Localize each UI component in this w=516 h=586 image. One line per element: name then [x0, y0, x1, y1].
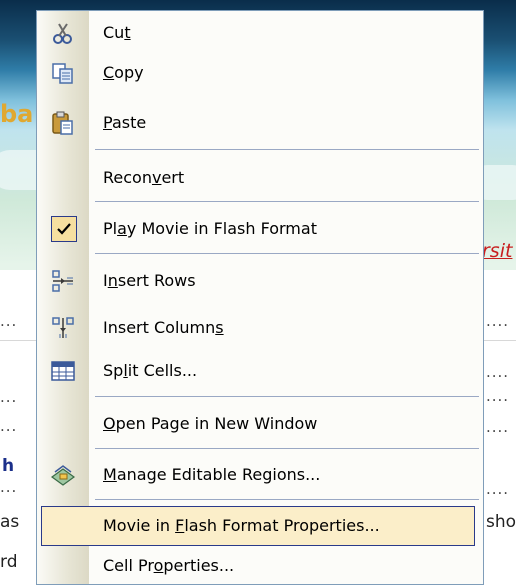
- menu-item-insert-columns[interactable]: Insert Columns: [41, 308, 475, 348]
- checkmark-icon: [51, 216, 77, 242]
- menu-separator: [95, 253, 479, 254]
- dotted-leader-right: ....: [486, 480, 510, 498]
- dotted-leader-right: ....: [486, 363, 510, 381]
- page-text-fragment: h: [2, 456, 15, 476]
- menu-item-label: Manage Editable Regions...: [103, 465, 321, 484]
- dotted-leader-left: ...: [0, 312, 18, 330]
- dotted-leader-right: ....: [486, 418, 510, 436]
- context-menu: Cut Copy Paste Reconvert Play Movie in F…: [36, 10, 484, 585]
- menu-separator: [95, 149, 479, 150]
- menu-item-label: Copy: [103, 63, 144, 82]
- menu-item-split-cells[interactable]: Split Cells...: [41, 351, 475, 391]
- menu-separator: [95, 448, 479, 449]
- page-text-fragment: rd: [0, 552, 18, 572]
- menu-item-label: Cell Properties...: [103, 556, 235, 575]
- page-text-fragment: as: [0, 512, 20, 532]
- divider: [0, 340, 36, 341]
- menu-item-label: Play Movie in Flash Format: [103, 219, 317, 238]
- menu-item-reconvert[interactable]: Reconvert: [41, 158, 475, 198]
- dotted-leader-left: ...: [0, 388, 18, 406]
- menu-separator: [95, 201, 479, 202]
- copy-icon: [49, 59, 77, 87]
- menu-separator: [95, 396, 479, 397]
- insert-columns-icon: [49, 314, 77, 342]
- divider: [484, 340, 516, 341]
- dotted-leader-left: ...: [0, 478, 18, 496]
- menu-item-copy[interactable]: Copy: [41, 53, 475, 93]
- menu-item-label: Split Cells...: [103, 361, 198, 380]
- editable-regions-icon: [49, 461, 77, 489]
- menu-item-insert-rows[interactable]: Insert Rows: [41, 261, 475, 301]
- scissors-icon: [49, 19, 77, 47]
- banner-link-fragment-right[interactable]: rsit: [482, 240, 512, 262]
- menu-item-cell-properties[interactable]: Cell Properties...: [41, 546, 475, 586]
- menu-item-manage-editable-regions[interactable]: Manage Editable Regions...: [41, 455, 475, 495]
- menu-item-label: Cut: [103, 23, 131, 42]
- insert-rows-icon: [49, 267, 77, 295]
- menu-item-cut[interactable]: Cut: [41, 13, 475, 53]
- menu-item-movie-flash-properties[interactable]: Movie in Flash Format Properties...: [41, 506, 475, 546]
- dotted-leader-left: ...: [0, 417, 18, 435]
- menu-item-label: Movie in Flash Format Properties...: [103, 516, 380, 535]
- dotted-leader-right: ....: [486, 387, 510, 405]
- menu-item-label: Open Page in New Window: [103, 414, 318, 433]
- page-text-fragment: sho: [486, 512, 516, 532]
- paste-icon: [49, 109, 77, 137]
- split-cells-icon: [49, 357, 77, 385]
- menu-item-label: Insert Rows: [103, 271, 196, 290]
- menu-item-label: Reconvert: [103, 168, 185, 187]
- menu-item-play-movie[interactable]: Play Movie in Flash Format: [41, 209, 475, 249]
- menu-separator: [95, 499, 479, 500]
- menu-item-label: Insert Columns: [103, 318, 224, 337]
- menu-item-paste[interactable]: Paste: [41, 103, 475, 143]
- banner-text-fragment-left: ba: [0, 100, 34, 128]
- menu-item-label: Paste: [103, 113, 147, 132]
- dotted-leader-right: ....: [486, 312, 510, 330]
- menu-item-open-page-new-window[interactable]: Open Page in New Window: [41, 404, 475, 444]
